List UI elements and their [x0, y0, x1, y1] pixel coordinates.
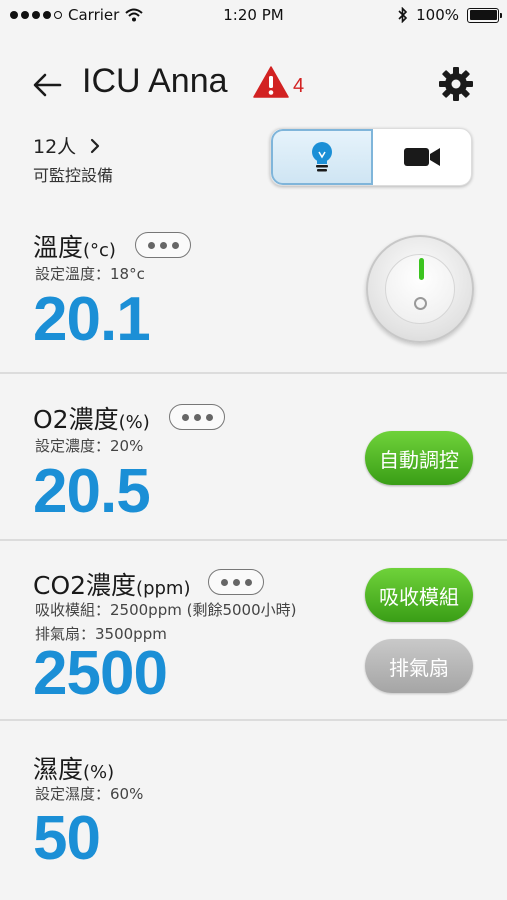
alert-indicator[interactable]: 4	[253, 66, 304, 98]
co2-more-button[interactable]	[208, 569, 264, 595]
absorb-module-button[interactable]: 吸收模組	[365, 568, 473, 622]
co2-label: CO2濃度	[33, 571, 137, 600]
divider	[0, 719, 507, 721]
co2-absorb-info: 吸收模組：2500ppm (剩餘5000小時)	[35, 601, 297, 619]
co2-value: 2500	[33, 639, 168, 708]
exhaust-fan-button[interactable]: 排氣扇	[365, 639, 473, 693]
camera-tab[interactable]	[373, 129, 471, 185]
device-count-link[interactable]: 12人	[33, 132, 100, 159]
temperature-setting: 設定溫度：18°c	[35, 265, 145, 283]
back-arrow-icon	[33, 73, 62, 97]
humidity-value: 50	[33, 804, 101, 873]
temperature-unit: (°c)	[83, 240, 116, 261]
more-dots-icon	[181, 413, 189, 421]
bluetooth-icon	[398, 7, 408, 23]
o2-label: O2濃度	[33, 405, 119, 434]
back-button[interactable]	[30, 68, 66, 102]
temperature-more-button[interactable]	[135, 232, 191, 258]
humidity-title: 濕度 (%)	[33, 750, 114, 786]
co2-title: CO2濃度 (ppm)	[33, 566, 190, 602]
temperature-title: 溫度 (°c)	[33, 228, 116, 264]
humidity-unit: (%)	[83, 762, 115, 783]
light-tab[interactable]	[271, 129, 373, 185]
chevron-right-icon	[91, 138, 100, 153]
battery-icon	[467, 7, 502, 23]
status-bar: Carrier 1:20 PM 100%	[0, 0, 507, 32]
humidity-setting: 設定濕度：60%	[35, 785, 144, 803]
more-dots-icon	[220, 578, 228, 586]
o2-value: 20.5	[33, 457, 151, 526]
divider	[0, 372, 507, 374]
co2-unit: (ppm)	[136, 578, 191, 599]
temperature-value: 20.1	[33, 285, 151, 354]
divider	[0, 539, 507, 541]
settings-button[interactable]	[438, 66, 474, 102]
humidity-label: 濕度	[33, 755, 84, 784]
temperature-label: 溫度	[33, 233, 84, 262]
o2-unit: (%)	[118, 412, 150, 433]
power-on-indicator	[419, 258, 424, 280]
view-toggle	[270, 128, 472, 186]
video-camera-icon	[404, 148, 440, 166]
power-off-icon	[414, 297, 427, 310]
device-count: 12人	[33, 136, 77, 158]
alert-count: 4	[293, 75, 305, 97]
more-dots-icon	[147, 241, 155, 249]
warning-icon	[253, 66, 289, 98]
o2-title: O2濃度 (%)	[33, 400, 150, 436]
gear-icon	[439, 67, 473, 101]
device-label: 可監控設備	[33, 166, 114, 185]
page-title: ICU Anna	[82, 62, 228, 100]
lightbulb-icon	[312, 142, 332, 172]
o2-setting: 設定濃度：20%	[35, 437, 144, 455]
o2-more-button[interactable]	[169, 404, 225, 430]
auto-control-button[interactable]: 自動調控	[365, 431, 473, 485]
status-right: 100%	[398, 6, 502, 24]
battery-percent: 100%	[416, 6, 459, 24]
power-switch[interactable]	[366, 235, 474, 343]
